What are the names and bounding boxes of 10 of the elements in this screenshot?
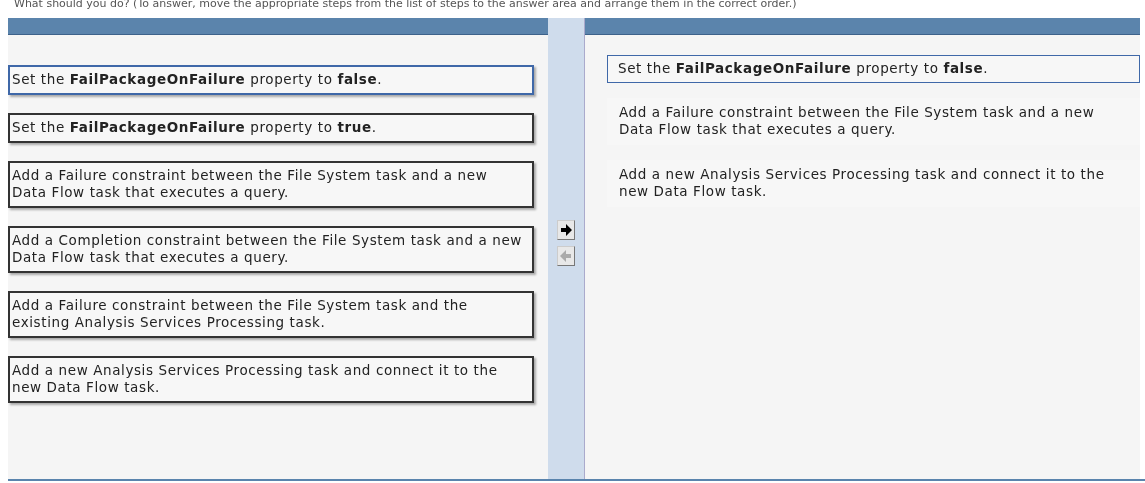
step-item[interactable]: Add a Failure constraint between the File System task and the existing Analysis Services Processing task. xyxy=(8,291,534,338)
step-item[interactable]: Add a Failure constraint between the File System task and a new Data Flow task that executes a query. xyxy=(8,161,534,208)
left-arrow-icon xyxy=(559,249,573,263)
step-item[interactable]: Set the FailPackageOnFailure property to true. xyxy=(8,113,534,143)
right-arrow-icon xyxy=(559,223,573,237)
step-item[interactable]: Add a new Analysis Services Processing task and connect it to the new Data Flow task. xyxy=(8,356,534,403)
step-item[interactable]: Set the FailPackageOnFailure property to false. xyxy=(8,65,534,95)
move-right-button[interactable] xyxy=(557,220,575,240)
answer-item[interactable]: Set the FailPackageOnFailure property to false. xyxy=(607,55,1140,83)
step-item[interactable]: Add a Completion constraint between the File System task and a new Data Flow task that executes a query. xyxy=(8,226,534,273)
